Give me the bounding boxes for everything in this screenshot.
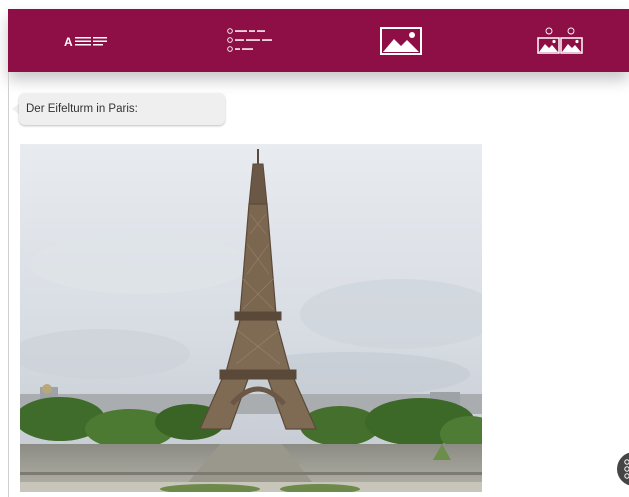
- numbered-list-icon: [227, 27, 272, 52]
- floating-action-button[interactable]: [617, 452, 629, 486]
- text-mode-button[interactable]: A: [33, 9, 143, 72]
- image-icon: [380, 26, 422, 55]
- compare-mode-button[interactable]: [505, 9, 615, 72]
- eiffel-tower-photo: [20, 144, 482, 492]
- message-bubble: Der Eifelturm in Paris:: [19, 93, 225, 125]
- image-mode-button[interactable]: [346, 9, 456, 72]
- message-text: Der Eifelturm in Paris:: [26, 103, 138, 115]
- top-toolbar: A: [8, 9, 629, 72]
- grid-icon: [624, 459, 629, 479]
- list-mode-button[interactable]: [196, 9, 306, 72]
- image-compare-icon: [537, 27, 583, 54]
- eiffel-tower-illustration: [20, 144, 482, 492]
- text-icon-glyph: A: [64, 35, 73, 49]
- text-lines-icon: A: [64, 35, 107, 49]
- window-top-edge: [0, 0, 629, 9]
- content-left-border: [8, 72, 9, 497]
